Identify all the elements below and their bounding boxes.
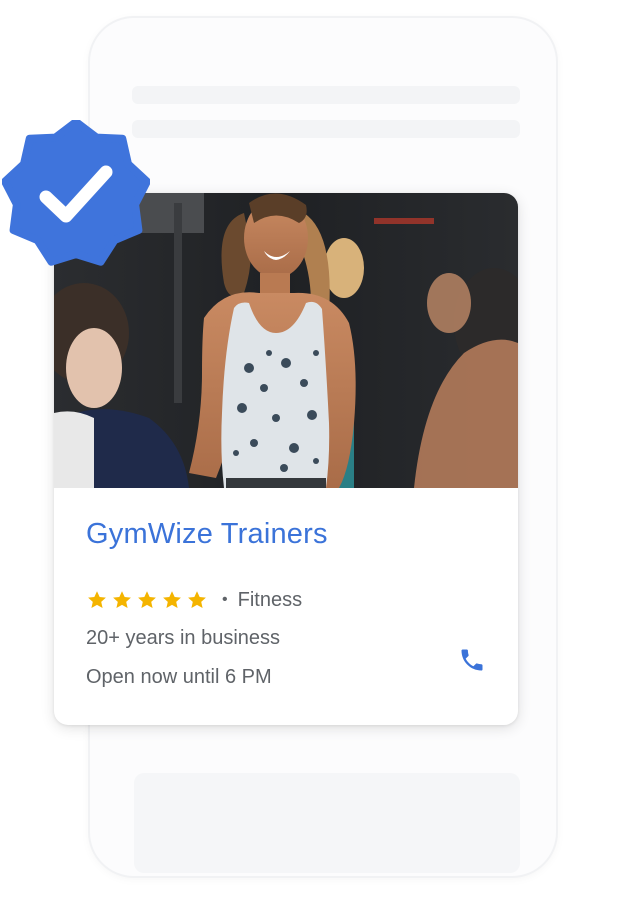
- star-icon: [188, 591, 206, 608]
- opening-hours: Open now until 6 PM: [86, 666, 272, 688]
- star-icon: [138, 591, 156, 608]
- placeholder-bar: [132, 86, 520, 104]
- rating-row: • Fitness: [86, 588, 302, 612]
- placeholder-bar: [132, 120, 520, 138]
- business-name[interactable]: GymWize Trainers: [86, 518, 328, 551]
- placeholder-block: [134, 773, 520, 873]
- card-body: GymWize Trainers • Fitness 20+ years in …: [86, 488, 490, 725]
- verified-badge-icon: [2, 120, 150, 266]
- star-icon: [88, 591, 106, 608]
- star-rating: [86, 589, 208, 611]
- star-icon: [163, 591, 181, 608]
- business-category: Fitness: [237, 588, 303, 611]
- separator: •: [222, 591, 228, 608]
- years-in-business: 20+ years in business: [86, 627, 281, 649]
- stage: GymWize Trainers • Fitness 20+ years in …: [0, 0, 640, 899]
- phone-icon: [461, 649, 483, 671]
- star-icon: [113, 591, 131, 608]
- business-card[interactable]: GymWize Trainers • Fitness 20+ years in …: [54, 193, 518, 725]
- call-button[interactable]: [454, 642, 490, 678]
